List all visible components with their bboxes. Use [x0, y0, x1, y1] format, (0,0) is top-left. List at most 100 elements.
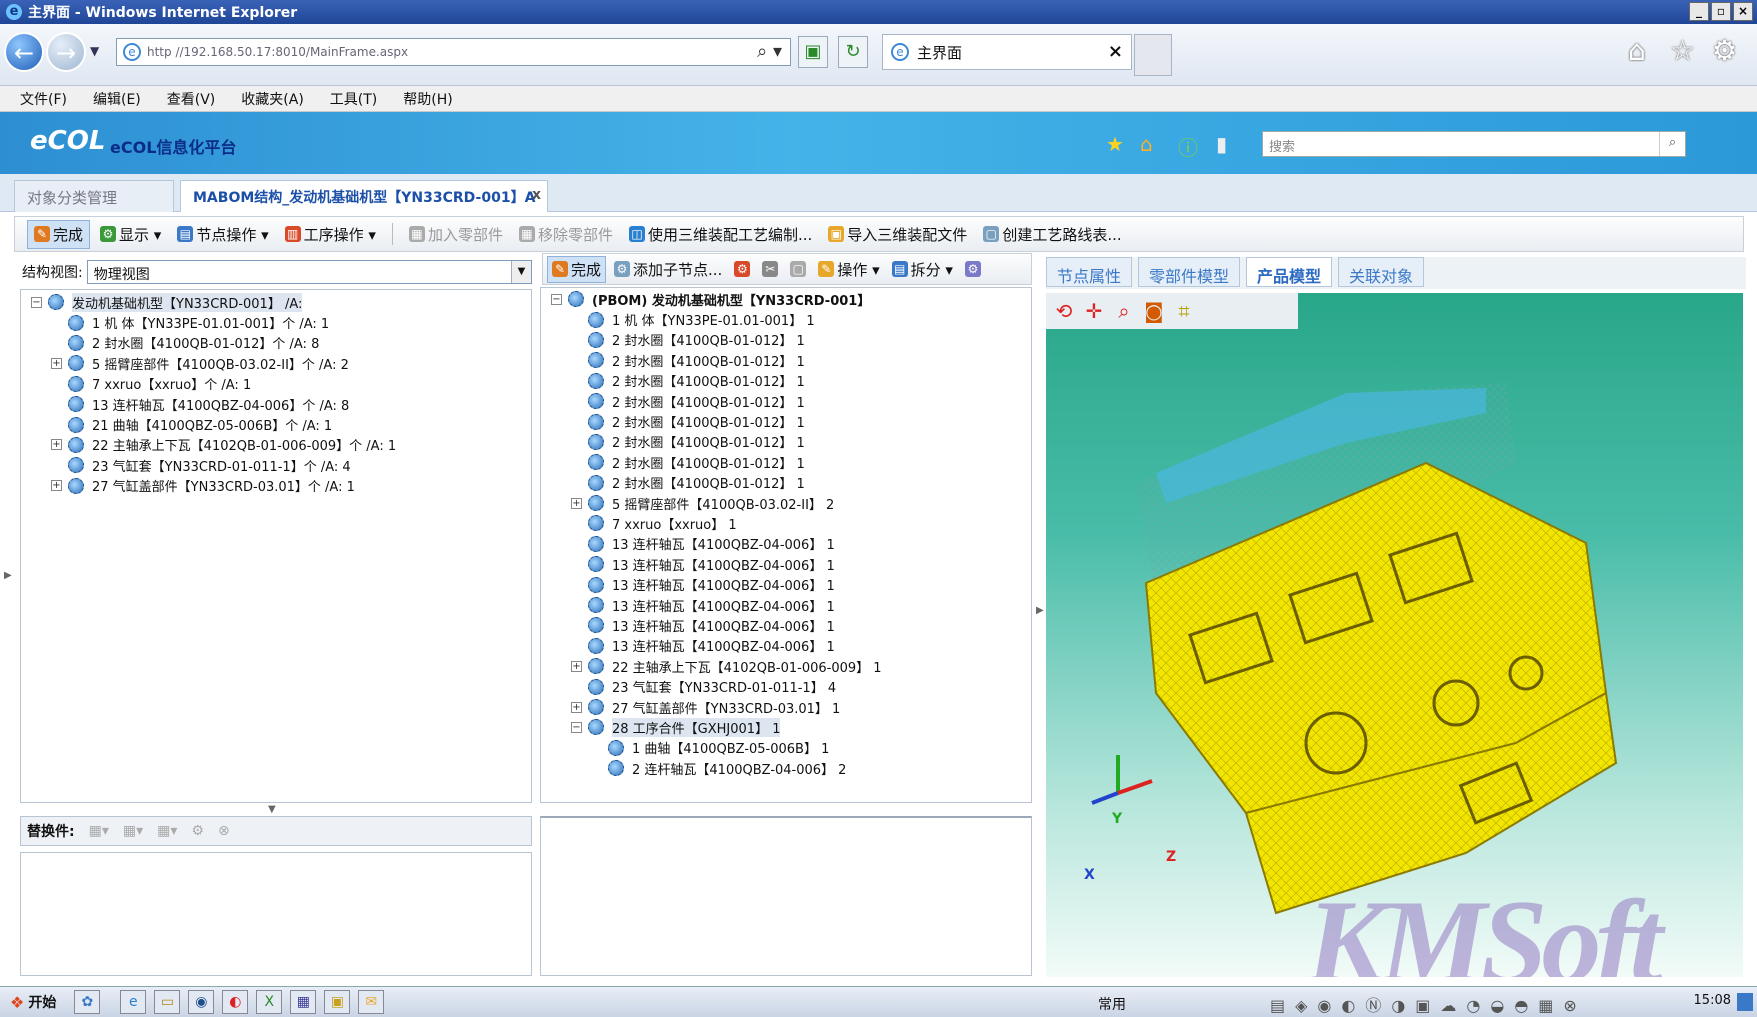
- tab-mabom-structure[interactable]: MABOM结构_发动机基础机型【YN33CRD-001】A x: [180, 180, 548, 212]
- info-icon[interactable]: ⓘ: [1178, 132, 1198, 161]
- toolbar-button-3[interactable]: ▥ 工序操作 ▾: [279, 221, 382, 248]
- replacement-move-icon[interactable]: ▦▾: [157, 823, 177, 839]
- compat-view-button[interactable]: ▣: [798, 36, 828, 68]
- taskbar-gallery-icon[interactable]: ▣: [324, 990, 351, 1014]
- expand-toggle-icon[interactable]: +: [51, 439, 62, 451]
- pbom-tree-node[interactable]: 2 封水圈【4100QB-01-012】 1: [547, 350, 1027, 370]
- toolbar-button-5[interactable]: ▦ 移除零部件: [513, 221, 619, 248]
- pbom-toolbar-button-0[interactable]: ✎ 完成: [547, 255, 607, 283]
- pbom-tree-node[interactable]: 2 封水圈【4100QB-01-012】 1: [547, 473, 1027, 493]
- maximize-button[interactable]: ▫: [1711, 2, 1731, 21]
- left-tree-node[interactable]: 13 连杆轴瓦【4100QBZ-04-006】个 /A: 8: [27, 394, 527, 414]
- menu-tools[interactable]: 工具(T): [330, 89, 377, 109]
- pbom-tree-node[interactable]: 2 封水圈【4100QB-01-012】 1: [547, 330, 1027, 350]
- expand-toggle-icon[interactable]: +: [51, 480, 62, 492]
- pbom-toolbar-button-7[interactable]: ⚙: [961, 259, 985, 279]
- start-button[interactable]: ❖ 开始: [0, 992, 66, 1012]
- address-search-icon[interactable]: ⌕ ▾: [757, 41, 782, 62]
- left-tree-node[interactable]: 1 机 体【YN33PE-01.01-001】个 /A: 1: [27, 312, 527, 332]
- pbom-toolbar-button-5[interactable]: ✎ 操作 ▾: [814, 257, 883, 282]
- address-bar[interactable]: e http //192.168.50.17:8010/MainFrame.as…: [116, 38, 791, 66]
- taskbar-red-icon[interactable]: ◐: [222, 990, 249, 1014]
- left-tree-node[interactable]: 7 xxruo【xxruo】个 /A: 1: [27, 374, 527, 394]
- favorite-star-icon[interactable]: ★: [1106, 132, 1124, 156]
- replacement-gear-icon[interactable]: ⚙: [191, 823, 204, 839]
- pbom-tree-node[interactable]: 1 机 体【YN33PE-01.01-001】 1: [547, 309, 1027, 329]
- new-tab-button[interactable]: [1134, 34, 1172, 76]
- taskbar-blue-app-icon[interactable]: ▦: [290, 990, 317, 1014]
- pbom-tree-node[interactable]: 13 连杆轴瓦【4100QBZ-04-006】 1: [547, 554, 1027, 574]
- replacement-edit-icon[interactable]: ▦▾: [123, 823, 143, 839]
- left-tree-node[interactable]: 21 曲轴【4100QBZ-05-006B】个 /A: 1: [27, 414, 527, 434]
- tab-part-model[interactable]: 零部件模型: [1138, 257, 1241, 287]
- history-dropdown-icon[interactable]: ▼: [90, 44, 99, 58]
- close-window-button[interactable]: ×: [1733, 2, 1753, 21]
- expand-toggle-icon[interactable]: −: [31, 296, 42, 308]
- taskbar-excel-icon[interactable]: X: [256, 990, 283, 1014]
- splitter-left-icon[interactable]: ▶: [4, 570, 12, 581]
- chevron-down-icon[interactable]: ▼: [511, 261, 531, 283]
- pbom-tree-node[interactable]: +5 摇臂座部件【4100QB-03.02-II】 2: [547, 493, 1027, 513]
- splitter-down-icon[interactable]: ▼: [268, 804, 276, 815]
- left-tree-node[interactable]: +27 气缸盖部件【YN33CRD-03.01】个 /A: 1: [27, 476, 527, 496]
- pbom-tree-node[interactable]: 2 连杆轴瓦【4100QBZ-04-006】 2: [547, 758, 1027, 778]
- replacement-add-icon[interactable]: ▦▾: [89, 823, 109, 839]
- left-tree-node[interactable]: 23 气缸套【YN33CRD-01-011-1】个 /A: 4: [27, 455, 527, 475]
- menu-file[interactable]: 文件(F): [20, 89, 67, 109]
- taskbar-folder-icon[interactable]: ▭: [154, 990, 181, 1014]
- pbom-tree-node[interactable]: − 28 工序合件【GXHJ001】 1: [547, 717, 1027, 737]
- left-tree-node[interactable]: +22 主轴承上下瓦【4102QB-01-006-009】个 /A: 1: [27, 435, 527, 455]
- minimize-button[interactable]: _: [1689, 2, 1709, 21]
- close-tab-icon[interactable]: x: [532, 187, 541, 203]
- tools-gear-icon[interactable]: ⚙: [1712, 34, 1737, 67]
- 3d-viewport[interactable]: ⟲ ✛ ⌕ ◙ ⌗ Y X Z KMSoft: [1046, 293, 1743, 977]
- home-icon[interactable]: ⌂: [1140, 132, 1153, 156]
- pbom-tree-node[interactable]: +22 主轴承上下瓦【4102QB-01-006-009】 1: [547, 656, 1027, 676]
- toolbar-button-6[interactable]: ◫ 使用三维装配工艺编制...: [623, 221, 818, 248]
- menu-edit[interactable]: 编辑(E): [93, 89, 141, 109]
- pbom-tree-node[interactable]: 13 连杆轴瓦【4100QBZ-04-006】 1: [547, 636, 1027, 656]
- pbom-tree-node[interactable]: +27 气缸盖部件【YN33CRD-03.01】 1: [547, 697, 1027, 717]
- pbom-toolbar-button-3[interactable]: ✂: [758, 259, 782, 279]
- logout-icon[interactable]: ▮: [1216, 132, 1227, 156]
- system-tray-icons[interactable]: ▤◈◉◐Ⓝ◑▣☁◔◒◓▦⊗: [1270, 992, 1587, 1016]
- expand-toggle-icon[interactable]: +: [51, 357, 62, 369]
- refresh-button[interactable]: ↻: [838, 36, 868, 68]
- expand-toggle-icon[interactable]: +: [571, 701, 582, 713]
- pbom-tree-node[interactable]: 1 曲轴【4100QBZ-05-006B】 1: [547, 738, 1027, 758]
- pbom-tree-node[interactable]: 7 xxruo【xxruo】 1: [547, 513, 1027, 533]
- pbom-toolbar-button-4[interactable]: ▢: [786, 259, 810, 279]
- pbom-tree-node[interactable]: 2 封水圈【4100QB-01-012】 1: [547, 391, 1027, 411]
- toolbar-button-4[interactable]: ▦ 加入零部件: [403, 221, 509, 248]
- pbom-tree-node[interactable]: 2 封水圈【4100QB-01-012】 1: [547, 432, 1027, 452]
- pbom-tree-node[interactable]: 13 连杆轴瓦【4100QBZ-04-006】 1: [547, 534, 1027, 554]
- taskbar-icon-flower[interactable]: ✿: [74, 990, 101, 1014]
- toolbar-button-2[interactable]: ▤ 节点操作 ▾: [171, 221, 274, 248]
- pbom-toolbar-button-1[interactable]: ⚙ 添加子节点...: [610, 257, 726, 282]
- menu-favorites[interactable]: 收藏夹(A): [241, 89, 304, 109]
- taskbar-note-icon[interactable]: ✉: [358, 990, 385, 1014]
- banner-search-icon[interactable]: ⌕: [1659, 132, 1685, 156]
- pbom-toolbar-button-6[interactable]: ▤ 拆分 ▾: [888, 257, 957, 282]
- tab-product-model[interactable]: 产品模型: [1246, 257, 1333, 287]
- expand-toggle-icon[interactable]: −: [551, 293, 562, 305]
- expand-toggle-icon[interactable]: +: [571, 497, 582, 509]
- taskbar-app-icon[interactable]: ◉: [188, 990, 215, 1014]
- tab-related-objects[interactable]: 关联对象: [1338, 257, 1425, 287]
- show-desktop-icon[interactable]: [1737, 993, 1753, 1011]
- splitter-right-icon[interactable]: ▶: [1036, 605, 1044, 616]
- structure-view-select[interactable]: 物理视图 ▼: [86, 260, 532, 284]
- replacement-remove-icon[interactable]: ⊗: [218, 823, 230, 839]
- pbom-tree-node[interactable]: − (PBOM) 发动机基础机型【YN33CRD-001】: [547, 289, 1027, 309]
- forward-button[interactable]: →: [46, 32, 86, 72]
- expand-toggle-icon[interactable]: −: [571, 721, 582, 733]
- pbom-tree-node[interactable]: 2 封水圈【4100QB-01-012】 1: [547, 452, 1027, 472]
- pbom-tree-node[interactable]: 2 封水圈【4100QB-01-012】 1: [547, 411, 1027, 431]
- tab-node-properties[interactable]: 节点属性: [1046, 257, 1133, 287]
- browser-tab[interactable]: e 主界面 ×: [882, 34, 1132, 70]
- toolbar-button-1[interactable]: ⚙ 显示 ▾: [94, 221, 167, 248]
- favorites-star-icon[interactable]: ☆: [1670, 34, 1695, 67]
- pbom-tree-node[interactable]: 13 连杆轴瓦【4100QBZ-04-006】 1: [547, 595, 1027, 615]
- tab-object-classification[interactable]: 对象分类管理: [14, 180, 174, 212]
- pbom-tree-node[interactable]: 23 气缸套【YN33CRD-01-011-1】 4: [547, 676, 1027, 696]
